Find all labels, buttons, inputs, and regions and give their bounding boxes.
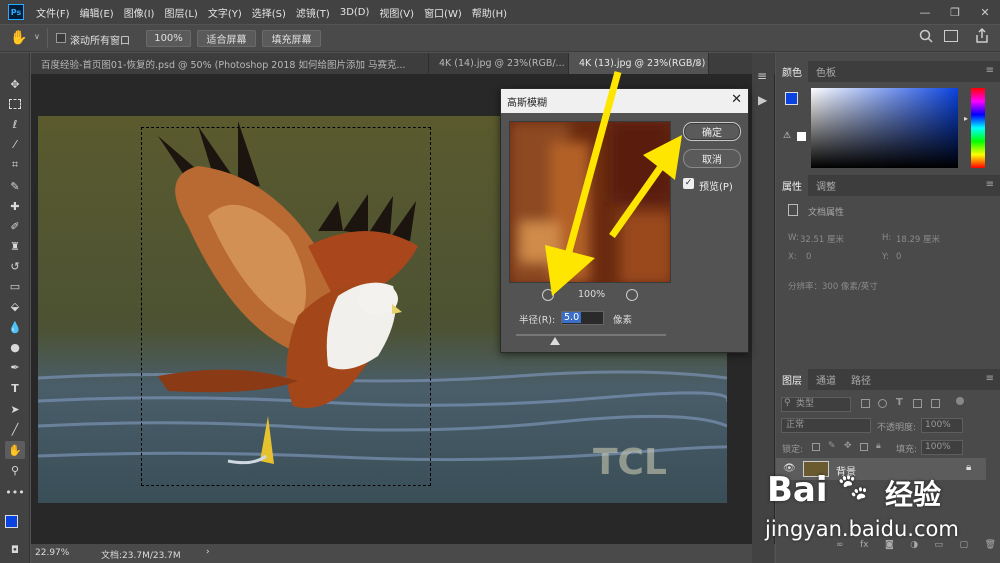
arrow-to-zoom-out [545, 71, 622, 296]
annotation-arrows [545, 71, 682, 296]
arrow-to-ok-button [609, 135, 682, 239]
